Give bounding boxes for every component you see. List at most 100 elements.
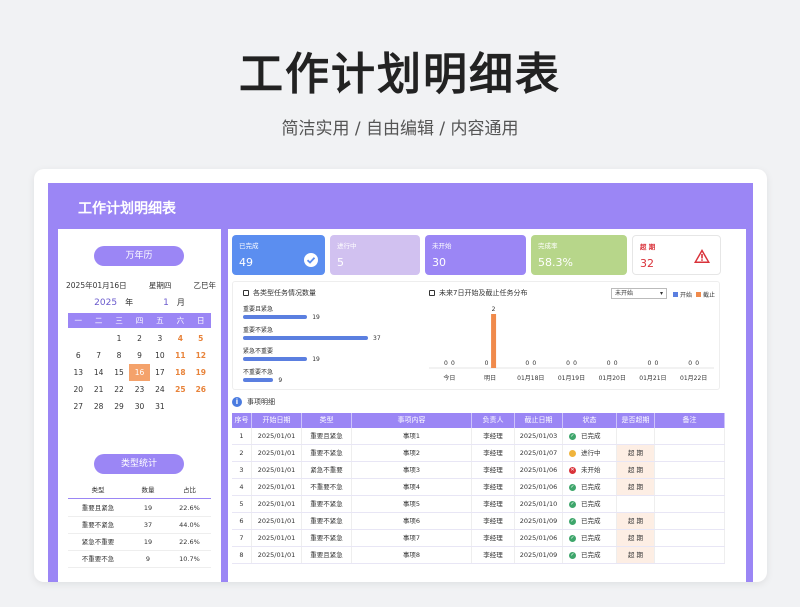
dashboard-card: 工作计划明细表 万年历 2025年01月16日 星期四 乙巳年 2025 年 1… [34, 169, 767, 582]
weekday-label: 六 [176, 316, 185, 325]
month-unit: 月 [176, 298, 185, 307]
table-cell: 2 [232, 445, 252, 461]
calendar-day[interactable]: 28 [88, 398, 108, 415]
table-cell: 2025/01/01 [252, 513, 302, 529]
calendar-day[interactable]: 23 [129, 381, 149, 398]
type-stats-pill[interactable]: 类型统计 [94, 454, 184, 474]
remark-cell[interactable] [655, 530, 725, 546]
year-value[interactable]: 2025 [94, 298, 117, 308]
table-header-cell: 截止日期 [515, 413, 563, 428]
stats-cell: 44.0% [179, 521, 200, 529]
table-cell: 2025/01/07 [515, 445, 563, 461]
calendar-day[interactable]: 31 [150, 398, 170, 415]
table-cell: 2025/01/01 [252, 479, 302, 495]
current-date: 2025年01月16日 [66, 281, 127, 290]
kpi-value: 5 [337, 256, 344, 269]
calendar-day[interactable]: 18 [170, 364, 190, 381]
column-bar-due [491, 314, 497, 368]
status-text: 已完成 [581, 550, 601, 559]
column-data-label: 0 [451, 360, 455, 367]
status-cell: 进行中 [563, 445, 617, 461]
status-text: 已完成 [581, 482, 601, 491]
column-data-label: 0 [532, 360, 536, 367]
calendar-day[interactable]: 11 [170, 347, 190, 364]
calendar-day[interactable]: 20 [68, 381, 88, 398]
table-cell: 事项6 [352, 513, 472, 529]
calendar-day[interactable]: 14 [88, 364, 108, 381]
calendar-day[interactable]: 19 [191, 364, 211, 381]
weekday-label: 五 [156, 316, 164, 325]
calendar-day[interactable]: 10 [150, 347, 170, 364]
table-row[interactable]: 1 2025/01/01 重要且紧急 事项1 李经理 2025/01/03 ✓ 已完成 [232, 428, 725, 445]
calendar-day[interactable]: 17 [150, 364, 170, 381]
remark-cell[interactable] [655, 479, 725, 495]
remark-cell[interactable] [655, 496, 725, 512]
table-row[interactable]: 8 2025/01/01 重要且紧急 事项8 李经理 2025/01/09 ✓ 已完成 超 期 [232, 547, 725, 564]
remark-cell[interactable] [655, 462, 725, 478]
stats-col-count: 数量 [141, 486, 155, 494]
calendar-day[interactable]: 8 [109, 347, 129, 364]
calendar-day[interactable]: 22 [109, 381, 129, 398]
type-bar-row: 重要且紧急 19 [243, 304, 320, 321]
calendar-day[interactable]: 27 [68, 398, 88, 415]
table-cell: 2025/01/01 [252, 496, 302, 512]
calendar-day[interactable]: 30 [129, 398, 149, 415]
remark-cell[interactable] [655, 547, 725, 563]
stats-row: 紧急不重要 19 22.6% [68, 534, 211, 551]
table-row[interactable]: 6 2025/01/01 重要不紧急 事项6 李经理 2025/01/09 ✓ 已完成 超 期 [232, 513, 725, 530]
table-cell: 2025/01/09 [515, 547, 563, 563]
calendar-day[interactable]: 15 [109, 364, 129, 381]
calendar-day[interactable]: 6 [68, 347, 88, 364]
legend-item-start: 开始 [673, 290, 692, 299]
calendar-day[interactable]: 12 [191, 347, 211, 364]
table-cell: 重要不紧急 [302, 513, 352, 529]
calendar-day[interactable]: 21 [88, 381, 108, 398]
status-text: 进行中 [581, 448, 601, 457]
column-data-label: 0 [614, 360, 618, 367]
remark-cell[interactable] [655, 428, 725, 444]
month-value[interactable]: 1 [163, 298, 169, 308]
type-bar-row: 不重要不急 9 [243, 367, 282, 384]
type-chart-title: 各类型任务情况数量 [243, 288, 316, 298]
calendar-day[interactable]: 13 [68, 364, 88, 381]
table-cell: 5 [232, 496, 252, 512]
table-row[interactable]: 7 2025/01/01 重要不紧急 事项7 李经理 2025/01/06 ✓ 已完成 超 期 [232, 530, 725, 547]
remark-cell[interactable] [655, 445, 725, 461]
type-bar-value: 37 [373, 334, 381, 342]
table-cell: 2025/01/01 [252, 462, 302, 478]
calendar-pill[interactable]: 万年历 [94, 246, 184, 266]
calendar-grid: 1 2 3 4 5 6 7 8 9 10 11 12 13 14 15 16 17 18 19 20 21 22 23 24 2… [68, 330, 211, 415]
current-weekday: 星期四 [148, 281, 172, 290]
table-cell: 事项4 [352, 479, 472, 495]
column-data-label: 0 [566, 360, 570, 367]
calendar-day[interactable]: 9 [129, 347, 149, 364]
calendar-day[interactable]: 7 [88, 347, 108, 364]
table-row[interactable]: 3 2025/01/01 紧急不重要 事项3 李经理 2025/01/06 ✕ 未开始 超 期 [232, 462, 725, 479]
detail-table-body: 1 2025/01/01 重要且紧急 事项1 李经理 2025/01/03 ✓ 已完成 2 202… [232, 428, 725, 564]
calendar-day[interactable]: 2 [129, 330, 149, 347]
table-row[interactable]: 2 2025/01/01 重要不紧急 事项2 李经理 2025/01/07 进行中 超 期 [232, 445, 725, 462]
calendar-day[interactable]: 4 [170, 330, 190, 347]
week-chart-legend: 开始 截止 [673, 290, 715, 299]
calendar-day[interactable]: 29 [109, 398, 129, 415]
calendar-day[interactable]: 16 [129, 364, 150, 381]
remark-cell[interactable] [655, 513, 725, 529]
table-row[interactable]: 5 2025/01/01 重要不紧急 事项5 李经理 2025/01/10 ✓ 已完成 [232, 496, 725, 513]
calendar-day[interactable]: 3 [150, 330, 170, 347]
calendar-day[interactable]: 24 [150, 381, 170, 398]
table-row[interactable]: 4 2025/01/01 不重要不急 事项4 李经理 2025/01/06 ✓ 已完成 超 期 [232, 479, 725, 496]
status-filter-select[interactable]: 未开始 ▾ [611, 288, 667, 299]
stats-cell: 10.7% [179, 555, 200, 563]
calendar-day[interactable]: 25 [170, 381, 190, 398]
calendar-day[interactable]: 26 [191, 381, 211, 398]
stats-col-type: 类型 [91, 486, 105, 494]
overdue-cell [617, 428, 655, 444]
stats-cell: 紧急不重要 [81, 538, 115, 546]
table-cell: 2025/01/06 [515, 462, 563, 478]
calendar-day[interactable]: 5 [191, 330, 211, 347]
status-dot-icon: ✓ [569, 500, 576, 508]
table-header-cell: 类型 [302, 413, 352, 428]
calendar-day[interactable]: 1 [109, 330, 129, 347]
kpi-completion-rate: 完成率 58.3% [531, 235, 627, 275]
detail-title-text: 事项明细 [247, 398, 275, 406]
